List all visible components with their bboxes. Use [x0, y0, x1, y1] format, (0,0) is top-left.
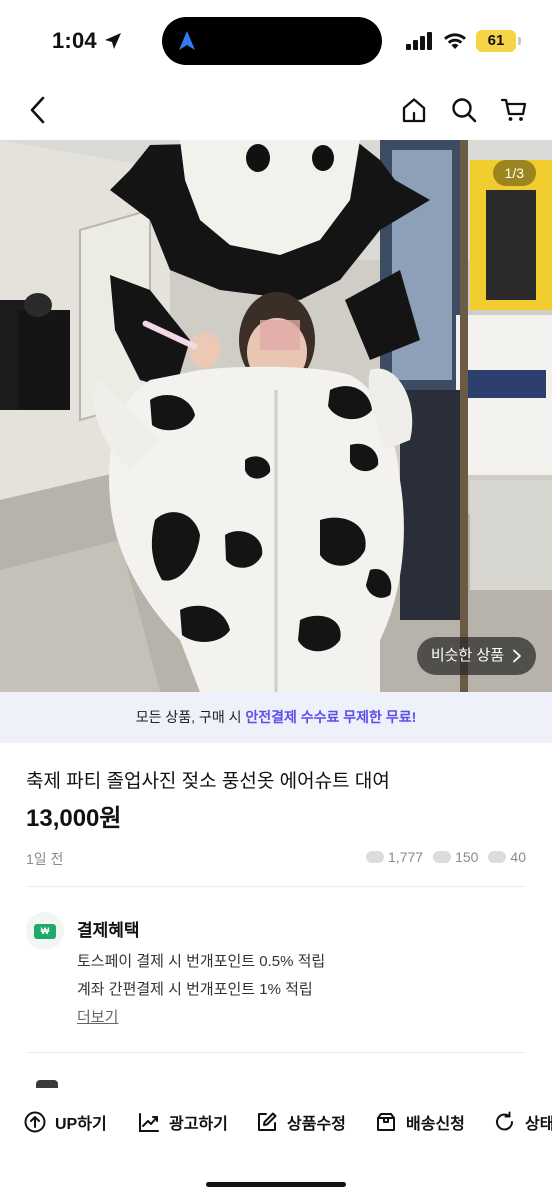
box-icon — [377, 1113, 395, 1131]
product-stats: 1,777 150 40 — [366, 849, 526, 865]
product-title: 축제 파티 졸업사진 젖소 풍선옷 에어슈트 대여 — [26, 771, 390, 792]
signal-icon — [406, 32, 432, 50]
battery-indicator: 61 — [476, 30, 521, 52]
similar-products-label: 비슷한 상품 — [430, 647, 504, 664]
edit-product-button[interactable]: 상품수정 — [256, 1110, 346, 1134]
chat-icon — [433, 851, 452, 863]
cart-icon — [500, 98, 527, 121]
chevron-left-icon — [30, 96, 45, 124]
up-button[interactable]: UP하기 — [24, 1110, 107, 1134]
eye-icon — [366, 851, 385, 863]
edit-product-label: 상품수정 — [287, 1116, 346, 1133]
search-icon — [452, 98, 477, 123]
promo-highlight: 안전결제 수수료 무제한 무료! — [245, 709, 417, 725]
likes-count: 40 — [510, 849, 526, 865]
promo-prefix: 모든 상품, 구매 시 — [135, 709, 246, 725]
chevron-right-icon — [513, 649, 521, 663]
next-section-cutoff — [26, 1080, 326, 1088]
shipping-request-button[interactable]: 배송신청 — [375, 1110, 465, 1134]
up-label: UP하기 — [55, 1116, 107, 1133]
back-button[interactable] — [20, 92, 56, 128]
search-button[interactable] — [446, 92, 482, 128]
chats-count: 150 — [455, 849, 479, 865]
shipping-request-label: 배송신청 — [406, 1116, 465, 1133]
advertise-label: 광고하기 — [169, 1116, 228, 1133]
benefit-title: 결제혜택 — [77, 921, 140, 940]
home-button[interactable] — [396, 92, 432, 128]
cart-button[interactable] — [496, 92, 532, 128]
similar-products-button[interactable]: 비슷한 상품 — [416, 637, 536, 675]
posted-time: 1일 전 — [26, 851, 64, 867]
status-bar: 1:04 61 — [0, 0, 552, 80]
heart-icon — [488, 851, 507, 863]
home-icon — [402, 98, 426, 123]
chart-icon — [139, 1113, 159, 1132]
payment-benefit-icon: ₩ — [26, 912, 64, 950]
chats-stat: 150 — [433, 849, 478, 865]
dynamic-island — [162, 17, 382, 65]
views-count: 1,777 — [388, 849, 424, 865]
navigation-arrow-icon — [179, 31, 195, 50]
benefit-line-toss: 토스페이 결제 시 번개포인트 0.5% 적립 — [77, 953, 326, 970]
product-price: 13,000원 — [26, 805, 122, 832]
likes-stat: 40 — [488, 849, 526, 865]
wifi-icon — [444, 33, 466, 49]
edit-icon — [258, 1112, 277, 1131]
status-change-button[interactable]: 상태 — [494, 1110, 552, 1134]
location-arrow-icon — [105, 33, 121, 49]
status-icons: 61 — [406, 30, 521, 52]
cow-costume-photo — [0, 140, 552, 692]
safe-payment-banner[interactable]: 모든 상품, 구매 시 안전결제 수수료 무제한 무료! — [0, 692, 552, 743]
up-arrow-circle-icon — [24, 1111, 46, 1133]
divider — [26, 1052, 526, 1053]
won-card-icon: ₩ — [34, 923, 56, 939]
refresh-icon — [496, 1111, 513, 1131]
section-icon — [36, 1080, 58, 1088]
bottom-toolbar: UP하기 광고하기 상품수정 배송신청 상태 — [0, 1088, 552, 1158]
home-indicator — [206, 1182, 346, 1187]
app-header — [0, 82, 552, 138]
product-photo[interactable]: 1/3 비슷한 상품 — [0, 140, 552, 692]
views-stat: 1,777 — [366, 849, 423, 865]
advertise-button[interactable]: 광고하기 — [138, 1110, 228, 1134]
benefit-line-account: 계좌 간편결제 시 번개포인트 1% 적립 — [77, 981, 313, 998]
status-time: 1:04 — [52, 28, 97, 53]
divider — [26, 886, 526, 887]
benefit-more-link[interactable]: 더보기 — [77, 1006, 118, 1027]
photo-counter: 1/3 — [492, 160, 536, 186]
status-change-label: 상태 — [525, 1116, 552, 1133]
